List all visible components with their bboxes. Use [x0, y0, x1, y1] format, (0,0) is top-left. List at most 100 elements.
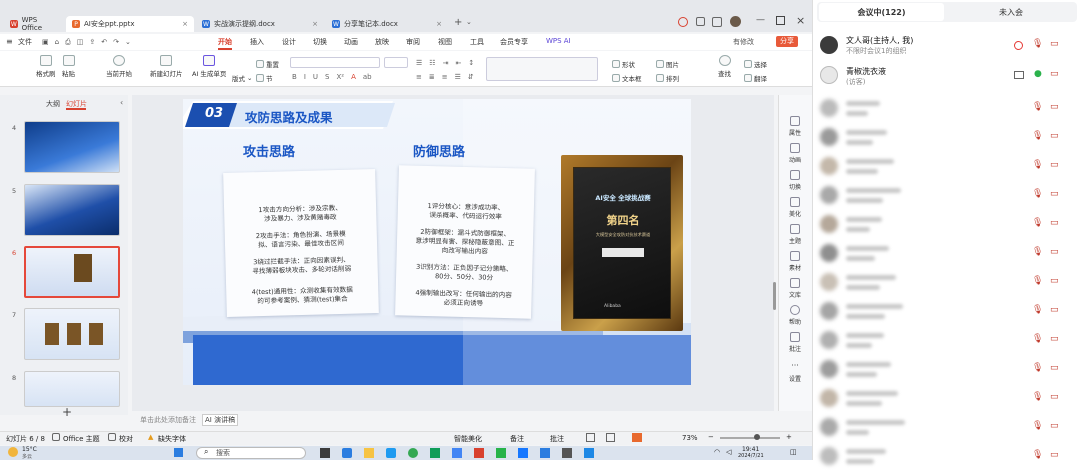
tab-in-meeting[interactable]: 会议中(122)	[819, 3, 944, 21]
tab-not-joined[interactable]: 未入会	[947, 3, 1075, 21]
slide-thumbnail-7[interactable]	[24, 308, 120, 360]
new-tab-icon[interactable]: +	[454, 17, 462, 28]
font-color-icon[interactable]: A	[351, 73, 356, 81]
camera-off-icon[interactable]: ▭	[1050, 392, 1059, 402]
participant-row[interactable]: 🎙︎ ▭	[818, 183, 1078, 209]
panel-theme[interactable]: 主题	[778, 224, 812, 245]
tab-docx-2[interactable]: W 分享笔记本.docx ×	[326, 16, 448, 32]
camera-off-icon[interactable]: ▭	[1050, 218, 1059, 228]
mic-off-icon[interactable]: 🎙︎	[1032, 218, 1043, 228]
participant-guest[interactable]: 青椒洗衣液 (访客) ● ▭	[818, 63, 1078, 89]
comments-toggle[interactable]: 批注	[550, 434, 564, 444]
collapse-icon[interactable]: ‹	[120, 98, 123, 107]
font-size-select[interactable]	[384, 57, 408, 68]
weather-icon[interactable]	[8, 447, 18, 457]
missing-font-button[interactable]: 缺失字体	[158, 434, 186, 444]
recording-icon[interactable]	[1014, 41, 1023, 50]
participant-row[interactable]: 🎙︎ ▭	[818, 386, 1078, 412]
participant-row[interactable]: 🎙︎ ▭	[818, 125, 1078, 151]
participant-row[interactable]: 🎙︎ ▭	[818, 96, 1078, 122]
reset-button[interactable]: 重置	[256, 59, 279, 69]
mic-off-icon[interactable]: 🎙︎	[1032, 363, 1043, 373]
mic-off-icon[interactable]: 🎙︎	[1032, 276, 1043, 286]
mic-off-icon[interactable]: 🎙︎	[1032, 334, 1043, 344]
redo-icon[interactable]: ↷	[113, 38, 119, 47]
layout-dropdown[interactable]: 版式 ⌄	[232, 73, 252, 83]
participant-row[interactable]: 🎙︎ ▭	[818, 328, 1078, 354]
camera-off-icon[interactable]: ▭	[1050, 131, 1059, 141]
camera-off-icon[interactable]: ▭	[1050, 102, 1059, 112]
outdent-icon[interactable]: ⇤	[455, 59, 461, 67]
mic-on-icon[interactable]: ●	[1034, 69, 1042, 79]
picture-dropdown[interactable]: 图片	[656, 59, 679, 69]
notes-placeholder[interactable]: 单击此处添加备注	[140, 415, 196, 425]
volume-icon[interactable]: ◁	[726, 448, 731, 456]
zoom-in-icon[interactable]: +	[786, 433, 792, 441]
add-slide-button[interactable]: +	[62, 405, 72, 419]
participant-row[interactable]: 🎙︎ ▭	[818, 241, 1078, 267]
underline-icon[interactable]: U	[313, 73, 318, 81]
panel-materials[interactable]: 素材	[778, 251, 812, 272]
edge-icon[interactable]	[342, 448, 352, 458]
slide-thumbnail-4[interactable]	[24, 121, 120, 173]
mic-off-icon[interactable]: 🎙︎	[1032, 131, 1043, 141]
app-icon[interactable]	[452, 448, 462, 458]
ai-slide-button[interactable]: AI 生成单页	[192, 55, 226, 78]
participant-row[interactable]: 🎙︎ ▭	[818, 415, 1078, 441]
zoom-slider[interactable]	[720, 437, 780, 439]
mic-off-icon[interactable]: 🎙︎	[1032, 102, 1043, 112]
participant-row[interactable]: 🎙︎ ▭	[818, 212, 1078, 238]
bold-icon[interactable]: B	[292, 73, 297, 81]
ai-speech-button[interactable]: AI 演讲稿	[202, 414, 239, 426]
wps-taskbar-icon[interactable]	[474, 448, 484, 458]
align-left-icon[interactable]: ≡	[416, 73, 422, 81]
chevron-down-icon[interactable]: ⌄	[466, 18, 472, 26]
notes-toggle[interactable]: 备注	[510, 434, 524, 444]
slide-thumbnail-8[interactable]	[24, 371, 120, 407]
panel-properties[interactable]: 属性	[778, 116, 812, 137]
participant-host[interactable]: 文人哥(主持人, 我) 不限时会议1的组织 🎙︎ ▭	[818, 33, 1078, 59]
explorer-icon[interactable]	[364, 448, 374, 458]
export-icon[interactable]: ⇪	[89, 38, 95, 47]
menu-slideshow[interactable]: 放映	[375, 37, 389, 47]
mic-off-icon[interactable]: 🎙︎	[1032, 305, 1043, 315]
record-icon[interactable]	[678, 17, 688, 27]
panel-beautify[interactable]: 美化	[778, 197, 812, 218]
close-icon[interactable]: ×	[312, 20, 318, 28]
unsaved-indicator[interactable]: 有修改	[733, 37, 754, 47]
meeting-app-icon[interactable]	[518, 448, 528, 458]
mic-off-icon[interactable]: 🎙︎	[1032, 189, 1043, 199]
panel-comments[interactable]: 批注	[778, 332, 812, 353]
vertical-scrollbar[interactable]	[773, 282, 776, 310]
maximize-icon[interactable]	[776, 16, 785, 25]
grid-icon[interactable]	[712, 17, 722, 27]
zoom-slider-thumb[interactable]	[754, 434, 760, 440]
panel-help[interactable]: 帮助	[778, 305, 812, 326]
save-icon[interactable]: ▣	[42, 38, 49, 47]
camera-off-icon[interactable]: ▭	[1050, 247, 1059, 257]
menu-animation[interactable]: 动画	[344, 37, 358, 47]
current-slide[interactable]: 03 攻防思路及成果 攻击思路 防御思路 1攻击方向分析：涉及宗教、 涉及暴力、…	[183, 99, 691, 385]
arrange-dropdown[interactable]: 排列	[656, 73, 679, 83]
textbox-dropdown[interactable]: 文本框	[612, 73, 642, 83]
align-right-icon[interactable]: ≡	[442, 73, 448, 81]
close-window-icon[interactable]: ×	[796, 14, 805, 27]
translate-dropdown[interactable]: 翻译	[744, 73, 767, 83]
format-painter-button[interactable]: 格式刷	[36, 55, 56, 78]
clock-time[interactable]: 19:41	[742, 446, 759, 453]
start-icon[interactable]	[174, 448, 183, 457]
proofread-button[interactable]: 校对	[119, 434, 133, 444]
tab-wps-home[interactable]: W WPS Office	[4, 16, 64, 32]
camera-off-icon[interactable]: ▭	[1050, 421, 1059, 431]
menu-home[interactable]: 开始	[218, 37, 232, 50]
mic-off-icon[interactable]: 🎙︎	[1032, 39, 1043, 49]
font-family-select[interactable]	[290, 57, 380, 68]
avatar[interactable]	[730, 16, 741, 27]
app-icon[interactable]	[584, 448, 594, 458]
app-icon[interactable]	[562, 448, 572, 458]
zoom-out-icon[interactable]: −	[708, 433, 714, 441]
chevron-down-icon[interactable]: ⌄	[125, 38, 131, 47]
start-from-current-button[interactable]: 当前开始	[106, 55, 132, 78]
close-icon[interactable]: ×	[436, 20, 442, 28]
panel-transition[interactable]: 切换	[778, 170, 812, 191]
